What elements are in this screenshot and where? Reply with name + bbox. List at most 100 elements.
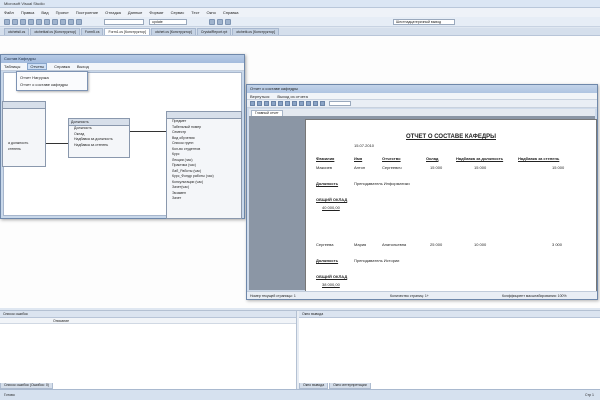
column-header: Надбавка за степень [518, 156, 560, 161]
menu-item[interactable]: Файл [4, 10, 14, 15]
document-tab[interactable]: Form1.cs [Конструктор] [104, 28, 150, 35]
paste-icon[interactable] [52, 18, 58, 25]
search-icon[interactable] [320, 101, 325, 106]
save-all-icon[interactable] [28, 18, 34, 25]
report-tabstrip: Главный отчет [249, 109, 595, 116]
position-label: Должность [316, 181, 339, 186]
form-menu-item[interactable]: Таблицы [4, 64, 20, 69]
position-value: Преподаватель Информатики [354, 181, 410, 186]
form-designer-window[interactable]: Состав Кафедры Таблицы Отчеты Справка Выход… [0, 54, 245, 219]
total-value: 38 000,00 [322, 282, 340, 287]
page-count-status: Количество страниц: 1+ [390, 294, 429, 298]
goto-page-icon[interactable] [306, 101, 311, 106]
error-list-panel: Список ошибок Описание Список ошибок (Ош… [0, 311, 297, 389]
report-page: ОТЧЕТ О СОСТАВЕ КАФЕДРЫ 15.07.2010 Фамил… [305, 119, 597, 293]
entity-position[interactable]: Должность Должность Оклад Надбавка за долж… [68, 118, 130, 158]
main-report-tab[interactable]: Главный отчет [251, 110, 283, 116]
cell-name: Антон [354, 165, 366, 170]
total-label: ОБЩИЙ ОКЛАД [316, 274, 348, 279]
form-body: а должность степень Должность Должность Ок… [2, 72, 242, 219]
cell-salary: 15 000 [430, 165, 443, 170]
report-menu-item[interactable]: Выход из отчета [277, 94, 307, 99]
print-icon[interactable] [257, 101, 262, 106]
column-header[interactable] [0, 318, 50, 323]
entity-teacher[interactable]: а должность степень [2, 101, 46, 167]
menu-item[interactable]: Формат [149, 10, 163, 15]
cell-patronymic: Сергеевич [382, 165, 402, 170]
entity-field: Надбавка за степень [74, 142, 109, 147]
menu-item[interactable]: Данные [128, 10, 142, 15]
position-value: Преподаватель Истории [354, 258, 400, 263]
dropdown-item[interactable]: Отчет Нагрузка [20, 74, 84, 81]
main-toolbar: update Шестнадцатеричный вывод [0, 17, 600, 27]
document-tab[interactable]: otchetk.cs [Конструктор] [232, 28, 279, 35]
open-file-icon[interactable] [12, 18, 18, 25]
cursor-position: Стр 1 [585, 393, 594, 397]
first-page-icon[interactable] [278, 101, 283, 106]
tool-icon[interactable] [217, 18, 223, 25]
menu-item[interactable]: Отладка [105, 10, 121, 15]
menu-item[interactable]: Проект [56, 10, 69, 15]
entity-header: Должность [69, 119, 129, 126]
position-label: Должность [316, 258, 339, 263]
close-view-icon[interactable] [313, 101, 318, 106]
last-page-icon[interactable] [299, 101, 304, 106]
report-date: 15.07.2010 [354, 143, 375, 148]
document-tab[interactable]: otchetsil.cs [4, 28, 30, 35]
output-format-combo[interactable]: Шестнадцатеричный вывод [393, 18, 455, 25]
copy-icon[interactable] [44, 18, 50, 25]
export-icon[interactable] [250, 101, 255, 106]
window-title: Microsoft Visual Studio [0, 0, 600, 8]
total-value: 40 000,00 [322, 205, 340, 210]
form-title: Состав Кафедры [1, 55, 244, 63]
form-menu-item[interactable]: Отчеты [27, 63, 48, 70]
tree-toggle-icon[interactable] [271, 101, 276, 106]
column-header: Оклад [426, 156, 439, 161]
tool-icon[interactable] [225, 18, 231, 25]
entity-header [167, 112, 241, 119]
entity-field: степень [8, 146, 21, 151]
column-header: Фамилия [316, 156, 335, 161]
new-file-icon[interactable] [4, 18, 10, 25]
page-number-status: Номер текущей страницы: 1 [250, 294, 296, 298]
menu-item[interactable]: Сервис [171, 10, 185, 15]
cell-deg_bonus: 15 000 [552, 165, 565, 170]
prev-page-icon[interactable] [285, 101, 290, 106]
config-combo[interactable] [104, 18, 144, 25]
refresh-icon[interactable] [264, 101, 269, 106]
document-tab[interactable]: Form5.cs [80, 28, 104, 35]
dropdown-item[interactable]: Отчет о составе кафедры [20, 81, 84, 88]
search-combo[interactable]: update [149, 18, 187, 25]
menu-item[interactable]: Построение [76, 10, 98, 15]
document-tab[interactable]: otchetkaf.cs [Конструктор] [30, 28, 80, 35]
save-icon[interactable] [20, 18, 26, 25]
menu-item[interactable]: Вид [41, 10, 48, 15]
start-debug-icon[interactable] [76, 18, 82, 25]
form-menu-item[interactable]: Справка [54, 64, 70, 69]
undo-icon[interactable] [60, 18, 66, 25]
report-viewer-window[interactable]: Отчет о составе кафедры Вернуться Выход и… [246, 84, 598, 300]
zoom-combo[interactable] [329, 101, 351, 106]
entity-workload[interactable]: Предмет Табельный номер Семестр Вид обучени… [166, 111, 242, 219]
cell-surname: Сергеева [316, 242, 334, 247]
menu-item[interactable]: Окно [207, 10, 216, 15]
menu-item[interactable]: Справка [223, 10, 239, 15]
report-menu-item[interactable]: Вернуться [250, 94, 269, 99]
column-header[interactable]: Описание [50, 318, 69, 323]
relation-line [46, 143, 68, 144]
report-menu: Вернуться Выход из отчета [247, 93, 597, 100]
document-tab[interactable]: CrystalReport.rpt [196, 28, 232, 35]
document-tabs: otchetsil.cs otchetkaf.cs [Конструктор] Fo… [0, 28, 600, 36]
document-tab[interactable]: otchet.cs [Конструктор] [150, 28, 196, 35]
menu-item[interactable]: Тест [191, 10, 199, 15]
menu-item[interactable]: Правка [21, 10, 35, 15]
main-menubar: Файл Правка Вид Проект Построение Отладка Данн… [0, 8, 600, 17]
cell-name: Мария [354, 242, 367, 247]
next-page-icon[interactable] [292, 101, 297, 106]
tool-icon[interactable] [209, 18, 215, 25]
output-header: Окно вывода [299, 311, 600, 318]
cut-icon[interactable] [36, 18, 42, 25]
form-menu-item[interactable]: Выход [77, 64, 89, 69]
redo-icon[interactable] [68, 18, 74, 25]
zoom-status: Коэффициент масштабирования: 100% [502, 294, 567, 298]
